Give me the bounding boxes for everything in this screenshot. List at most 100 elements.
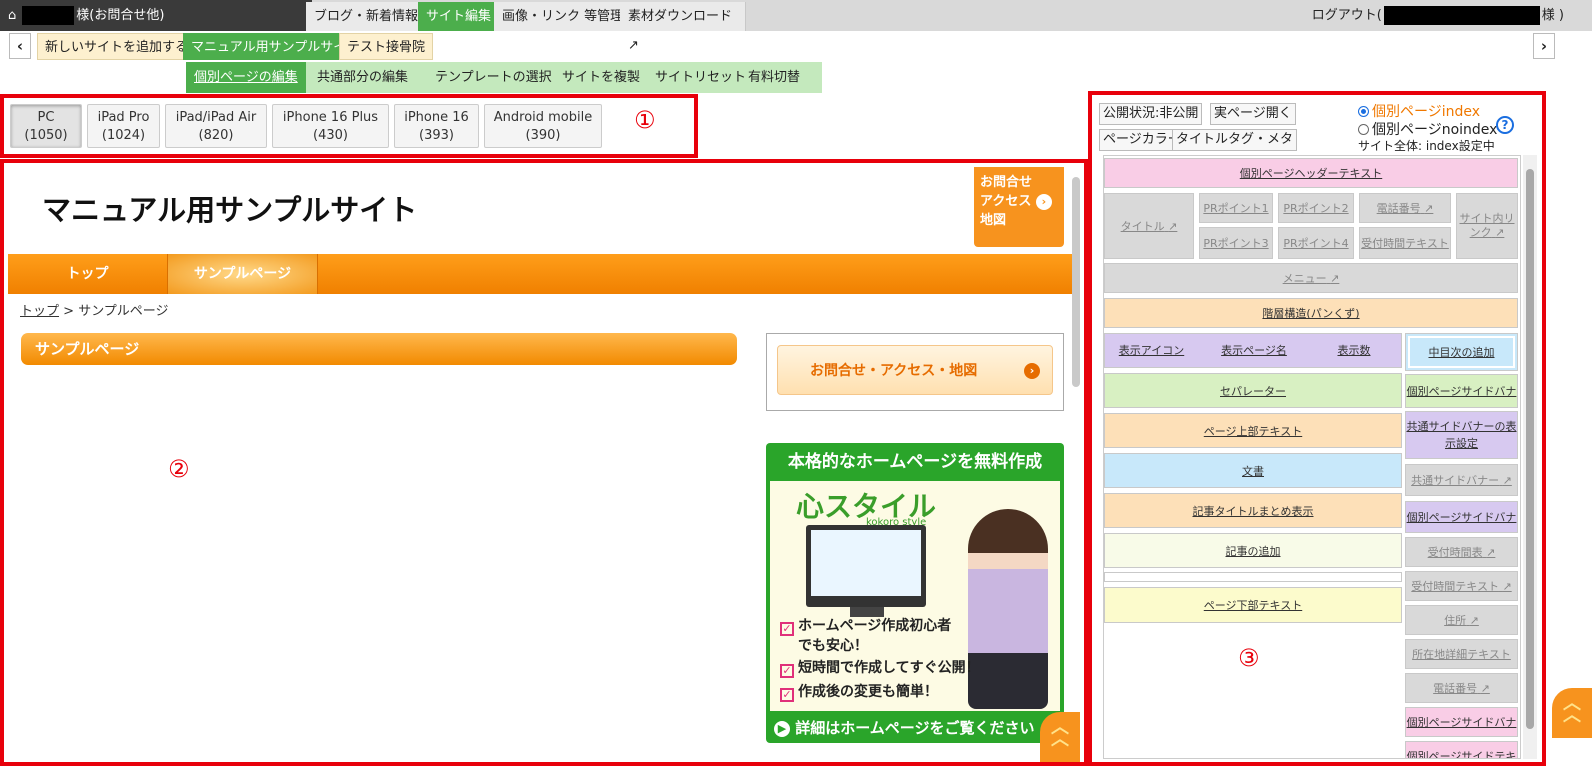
device-width: (820) bbox=[198, 128, 234, 143]
preview-scrollbar[interactable] bbox=[1072, 177, 1080, 387]
preview-contact-badge[interactable]: お問合せ アクセス › 地図 bbox=[974, 167, 1064, 247]
open-page-button[interactable]: 実ページ開く bbox=[1210, 103, 1296, 125]
block-hours-table[interactable]: 受付時間表 ↗ bbox=[1405, 537, 1518, 567]
radio-noindex[interactable]: 個別ページnoindex bbox=[1358, 119, 1497, 139]
block-add-article[interactable]: 記事の追加 bbox=[1104, 533, 1402, 568]
banner-point-text: 短時間で作成してすぐ公開！ bbox=[798, 660, 980, 676]
block-title[interactable]: タイトル ↗ bbox=[1104, 193, 1194, 259]
subnav-template[interactable]: テンプレートの選択 bbox=[427, 62, 560, 93]
external-link-icon: ↗ bbox=[628, 38, 639, 53]
external-link-icon: ↗ bbox=[1502, 474, 1512, 487]
logout-link[interactable]: ログアウト(様 ) bbox=[1312, 0, 1564, 31]
nav-material-download[interactable]: 素材ダウンロード ↗ bbox=[620, 2, 746, 53]
block-side-banner-2[interactable]: 個別ページサイドバナー2 bbox=[1405, 501, 1518, 556]
block-breadcrumb[interactable]: 階層構造(パンくず) bbox=[1104, 298, 1518, 328]
block-hours-text[interactable]: 受付時間テキスト ↗ bbox=[1359, 227, 1451, 282]
side-contact-button[interactable]: お問合せ・アクセス・地図 › bbox=[777, 345, 1053, 395]
prev-arrow-button[interactable]: ‹ bbox=[9, 33, 31, 59]
nav-blog[interactable]: ブログ・新着情報 bbox=[306, 2, 428, 31]
double-chevron-up-icon: ︿ ︿ bbox=[1563, 693, 1581, 726]
block-location-text-label: 所在地詳細テキスト bbox=[1412, 648, 1511, 661]
nav-site-edit[interactable]: サイト編集 bbox=[418, 2, 501, 31]
external-link-icon: ↗ bbox=[1480, 682, 1490, 695]
device-iphone16-button[interactable]: iPhone 16 (393) bbox=[394, 104, 479, 148]
device-pc-button[interactable]: PC (1050) bbox=[10, 104, 82, 148]
block-top-text[interactable]: ページ上部テキスト bbox=[1104, 413, 1402, 448]
block-pr2[interactable]: PRポイント2 ↗ bbox=[1278, 193, 1354, 245]
block-pr4[interactable]: PRポイント4 ↗ bbox=[1278, 227, 1354, 282]
block-site-link[interactable]: サイト内リンク ↗ bbox=[1456, 193, 1518, 259]
preview-nav-top[interactable]: トップ bbox=[8, 254, 168, 294]
subnav-reset[interactable]: サイトリセット bbox=[647, 62, 754, 93]
device-ipad-air-button[interactable]: iPad/iPad Air (820) bbox=[165, 104, 267, 148]
annotation-3: ③ bbox=[1238, 644, 1260, 672]
block-pr1[interactable]: PRポイント1 ↗ bbox=[1199, 193, 1273, 245]
add-site-tab[interactable]: 新しいサイトを追加する bbox=[37, 33, 197, 60]
block-hours-text-label: 受付時間テキスト bbox=[1361, 237, 1449, 250]
checkbox-icon: ✓ bbox=[780, 664, 794, 678]
double-chevron-up-icon: ︿ ︿ bbox=[1051, 717, 1069, 750]
layout-scrollbar[interactable] bbox=[1523, 155, 1537, 759]
block-common-side-show[interactable]: 共通サイドバナーの表示設定 bbox=[1405, 411, 1518, 459]
block-disp-icon[interactable]: 表示アイコン bbox=[1114, 333, 1189, 368]
badge-line: 地図 bbox=[980, 213, 1007, 228]
home-icon: ⌂ bbox=[8, 8, 17, 23]
block-address[interactable]: 住所 ↗ bbox=[1405, 605, 1518, 635]
monitor-illustration bbox=[806, 525, 926, 607]
site-index-note: サイト全体: index設定中 bbox=[1358, 139, 1495, 153]
badge-line: お問合せ bbox=[980, 175, 1033, 190]
title-meta-button[interactable]: タイトルタグ・メタ bbox=[1172, 129, 1298, 151]
scroll-top-button[interactable]: ︿ ︿ bbox=[1040, 712, 1080, 762]
next-arrow-button[interactable]: › bbox=[1533, 33, 1555, 59]
block-location-text[interactable]: 所在地詳細テキスト ↗ bbox=[1405, 639, 1518, 691]
publish-status-button[interactable]: 公開状況:非公開 bbox=[1099, 103, 1203, 125]
badge-line-text: アクセス bbox=[980, 194, 1032, 209]
redacted-user bbox=[1383, 6, 1540, 25]
block-pr3[interactable]: PRポイント3 ↗ bbox=[1199, 227, 1273, 282]
radio-index[interactable]: 個別ページindex bbox=[1358, 101, 1480, 121]
banner-footer: ▶ 詳細はホームページをご覧ください bbox=[766, 713, 1064, 743]
block-side-banner-1[interactable]: 個別ページサイドバナー1 bbox=[1405, 374, 1518, 432]
block-summary[interactable]: 記事タイトルまとめ表示 bbox=[1104, 493, 1402, 528]
account-label[interactable]: ⌂ 様(お問合せ他) bbox=[0, 0, 312, 31]
woman-photo bbox=[968, 509, 1048, 709]
subnav-paid[interactable]: 有料切替 bbox=[740, 62, 808, 93]
block-side-text[interactable]: 個別ページサイドテキスト bbox=[1405, 741, 1518, 758]
preview-ad-banner[interactable]: 本格的なホームページを無料作成 心スタイル kokoro style ✓ ホームペ… bbox=[766, 443, 1064, 743]
checkbox-icon: ✓ bbox=[780, 622, 794, 636]
banner-footer-text: 詳細はホームページをご覧ください bbox=[795, 719, 1035, 737]
subnav-page-edit[interactable]: 個別ページの編集 bbox=[186, 62, 306, 93]
breadcrumb-home-link[interactable]: トップ bbox=[20, 304, 59, 319]
device-iphone16plus-button[interactable]: iPhone 16 Plus (430) bbox=[272, 104, 389, 148]
block-side-banner-3[interactable]: 個別ページサイドバナー3 bbox=[1405, 707, 1518, 758]
block-disp-name[interactable]: 表示ページ名 bbox=[1214, 333, 1294, 368]
help-icon[interactable]: ? bbox=[1496, 116, 1514, 134]
block-hours-text-2[interactable]: 受付時間テキスト ↗ bbox=[1405, 571, 1518, 601]
external-link-icon: ↗ bbox=[1502, 580, 1512, 593]
site-tab-test-clinic[interactable]: テスト接骨院 bbox=[339, 33, 434, 60]
block-disp-count[interactable]: 表示数 bbox=[1324, 333, 1384, 368]
block-phone-2[interactable]: 電話番号 ↗ bbox=[1405, 673, 1518, 703]
scrollbar-thumb[interactable] bbox=[1526, 169, 1534, 729]
banner-point-text: ホームページ作成初心者 bbox=[798, 618, 952, 634]
device-android-button[interactable]: Android mobile (390) bbox=[484, 104, 602, 148]
subnav-common-edit[interactable]: 共通部分の編集 bbox=[309, 62, 416, 93]
block-bottom-text[interactable]: ページ下部テキスト bbox=[1104, 587, 1402, 623]
block-body-text[interactable]: 文書 bbox=[1104, 453, 1402, 488]
block-menu[interactable]: メニュー ↗ bbox=[1104, 263, 1518, 293]
block-common-side-label: 共通サイドバナー bbox=[1411, 474, 1500, 487]
block-add-toc[interactable]: 中目次の追加 bbox=[1405, 333, 1518, 371]
device-ipad-pro-button[interactable]: iPad Pro (1024) bbox=[87, 104, 160, 148]
block-common-side[interactable]: 共通サイドバナー ↗ bbox=[1405, 464, 1518, 496]
subnav-duplicate[interactable]: サイトを複製 bbox=[554, 62, 648, 93]
device-width: (1050) bbox=[24, 128, 68, 143]
external-link-icon: ↗ bbox=[1469, 614, 1479, 627]
banner-body: 心スタイル kokoro style ✓ ホームページ作成初心者 でも安心！ ✓ 短… bbox=[770, 481, 1060, 711]
nav-image-link[interactable]: 画像・リンク 等管理 bbox=[494, 2, 633, 31]
block-header-text[interactable]: 個別ページヘッダーテキスト bbox=[1104, 158, 1518, 188]
block-separator[interactable]: セパレーター bbox=[1104, 373, 1402, 408]
scroll-top-button-right[interactable]: ︿ ︿ bbox=[1552, 688, 1592, 738]
block-phone[interactable]: 電話番号 ↗ bbox=[1359, 193, 1451, 223]
account-suffix: 様(お問合せ他) bbox=[76, 8, 165, 23]
preview-nav-sample[interactable]: サンプルページ bbox=[168, 254, 318, 294]
